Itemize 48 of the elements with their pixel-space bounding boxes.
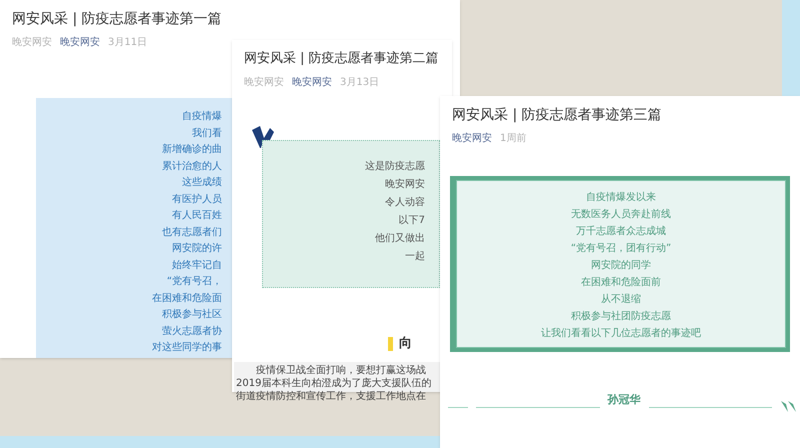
- intro-line: 始终牢记自: [172, 258, 222, 272]
- intro-line: 在困难和危险面: [152, 292, 222, 305]
- intro-line: 自疫情爆: [182, 110, 222, 124]
- paragraph-line: 街道疫情防控和宣传工作，支援工作地点在: [236, 390, 427, 403]
- paragraph-line: 2019届本科生向柏澄成为了庞大支援队伍的: [236, 377, 432, 390]
- intro-line: 让我们看看以下几位志愿者的事迹吧: [541, 327, 701, 340]
- article-title: 网安风采 | 防疫志愿者事迹第二篇: [244, 50, 439, 68]
- intro-line: 他们又做出: [375, 233, 425, 245]
- intro-line: “党有号召，: [166, 275, 222, 288]
- publish-date: 3月11日: [108, 36, 148, 50]
- intro-line: 这是防疫志愿: [365, 161, 425, 173]
- author-name: 晚安网安: [244, 76, 284, 90]
- intro-line: 新增确诊的曲: [162, 143, 222, 156]
- article-title: 网安风采 | 防疫志愿者事迹第三篇: [452, 106, 662, 125]
- intro-line: 累计治愈的人: [162, 160, 222, 173]
- intro-line: 有人民百姓: [172, 209, 222, 222]
- intro-line: 网安院的同学: [591, 259, 651, 272]
- section-heading: 向: [399, 335, 412, 353]
- intro-line: 网安院的许: [172, 242, 222, 256]
- intro-line: 令人动容: [385, 197, 425, 209]
- intro-line: 以下7: [398, 215, 425, 227]
- intro-line: 对这些同学的事: [152, 341, 222, 354]
- publish-date: 1周前: [500, 132, 526, 146]
- intro-line: 积极参与社区: [162, 308, 222, 322]
- volunteer-name: 孙冠华: [608, 392, 640, 408]
- intro-line: 我们看: [192, 126, 222, 140]
- author-name: 晚安网安: [12, 36, 52, 50]
- heading-marker-icon: [388, 336, 393, 351]
- intro-line: 也有志愿者们: [162, 226, 222, 239]
- publish-date: 3月13日: [340, 76, 380, 90]
- intro-line: 这些成绩: [182, 176, 222, 190]
- intro-line: 万千志愿者众志成城: [576, 225, 666, 238]
- account-link[interactable]: 晚安网安: [292, 76, 332, 90]
- intro-line: 积极参与社团防疫志愿: [571, 310, 671, 323]
- article-title: 网安风采 | 防疫志愿者事迹第一篇: [12, 10, 222, 29]
- paragraph-line: 疫情保卫战全面打响，要想打赢这场战: [255, 364, 427, 377]
- intro-line: 晚安网安: [385, 179, 425, 191]
- intro-line: 萤火志愿者协: [162, 324, 222, 338]
- intro-line: 一起: [405, 251, 425, 263]
- intro-line: 有医护人员: [172, 192, 222, 206]
- intro-line: “党有号召，团有行动”: [570, 242, 672, 255]
- account-link[interactable]: 晚安网安: [60, 36, 100, 50]
- leaf-icon: [780, 400, 798, 414]
- intro-line: 从不退缩: [601, 293, 641, 306]
- account-link[interactable]: 晚安网安: [452, 132, 492, 146]
- intro-line: 在困难和危险面前: [581, 276, 661, 289]
- intro-line: 自疫情爆发以来: [586, 191, 656, 204]
- intro-line: 无数医务人员奔赴前线: [571, 208, 671, 221]
